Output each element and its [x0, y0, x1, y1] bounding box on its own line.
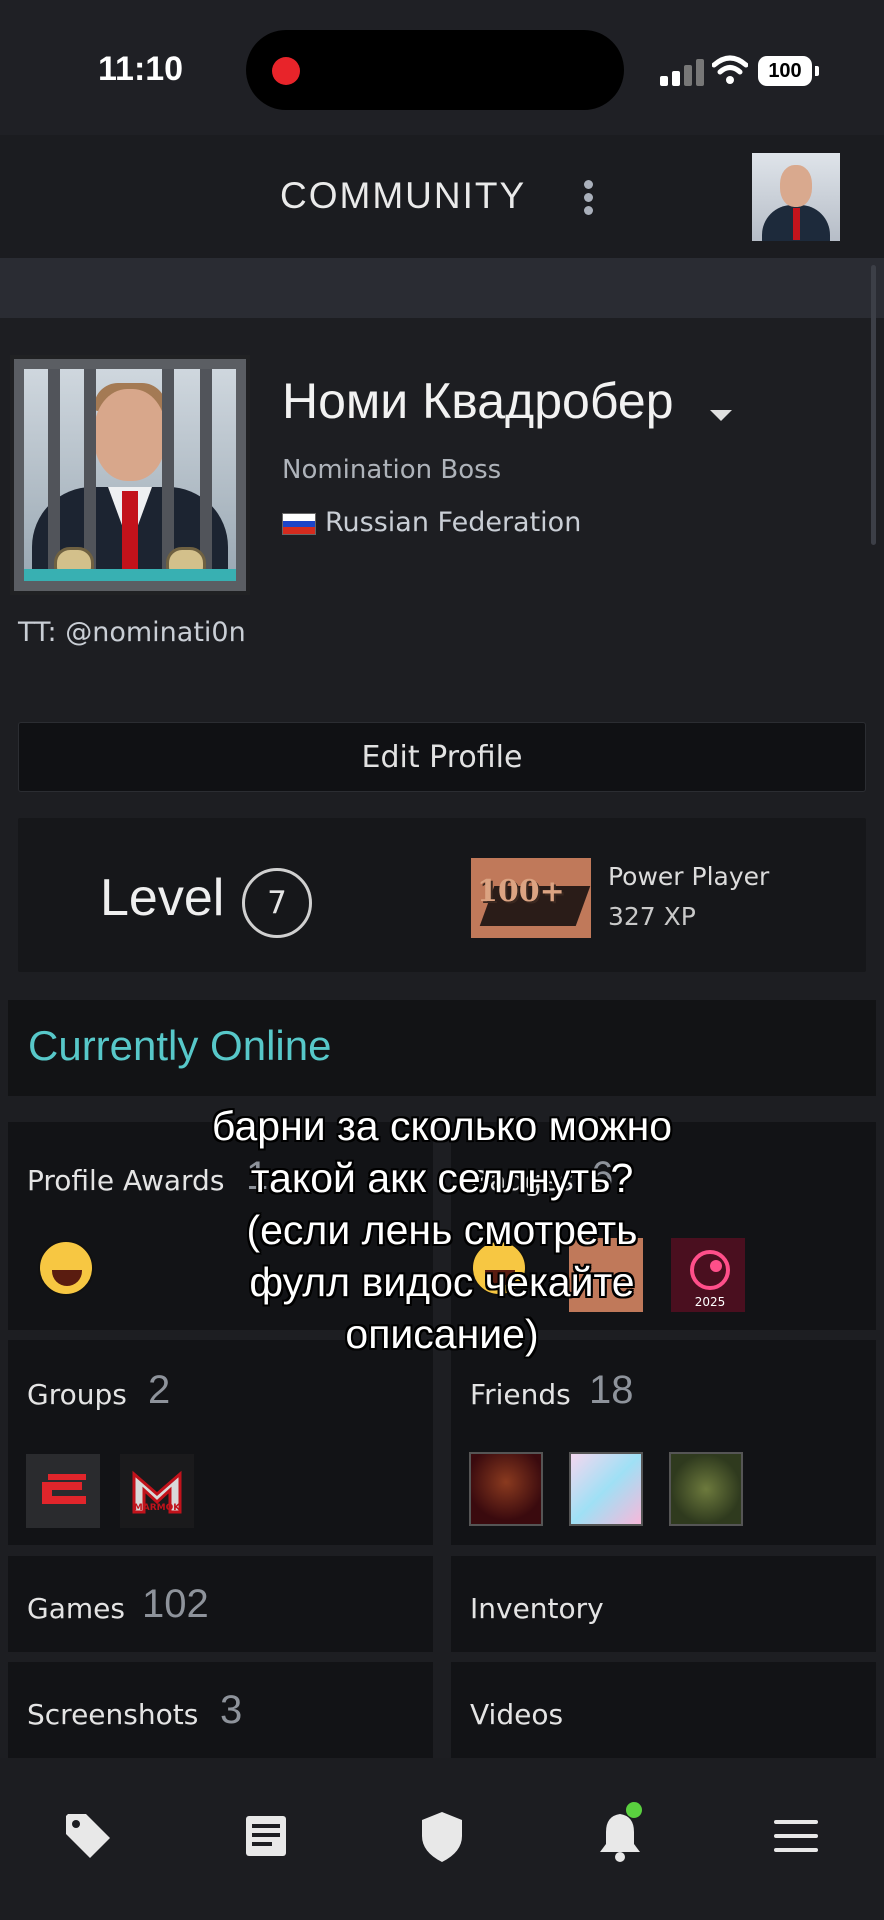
friends-tile[interactable]: Friends 18 — [451, 1340, 876, 1545]
caption-line: такой акк селлнуть? — [250, 1155, 634, 1201]
power-player-badge-icon: 100+ — [471, 858, 591, 938]
caption-line: описание) — [345, 1311, 539, 1357]
cellular-signal-icon — [660, 58, 708, 86]
screenshots-tile[interactable]: Screenshots 3 — [8, 1662, 433, 1758]
profile-summary: TT: @nominati0n — [18, 617, 246, 648]
level-label: Level — [100, 869, 225, 927]
games-tile[interactable]: Games 102 — [8, 1556, 433, 1652]
russia-flag-icon — [282, 513, 316, 535]
chevron-down-icon[interactable] — [710, 410, 732, 421]
page-title: COMMUNITY — [280, 175, 527, 216]
badge-xp: 327 XP — [608, 902, 696, 931]
badge-name: Power Player — [608, 862, 770, 891]
groups-count: 2 — [148, 1368, 171, 1412]
group-logo-icon[interactable] — [26, 1454, 100, 1528]
marmok-group-icon[interactable]: MARMOK — [120, 1454, 194, 1528]
recording-indicator-icon — [272, 57, 300, 85]
friend-avatar[interactable] — [469, 1452, 543, 1526]
profile-name[interactable]: Номи Квадробер — [282, 372, 674, 430]
caption-line: барни за сколько можно — [211, 1103, 673, 1149]
profile-subtitle: Nomination Boss — [282, 455, 502, 485]
level-card[interactable]: Level 7 100+ Power Player 327 XP — [18, 818, 866, 972]
badge-text: 100+ — [477, 874, 565, 909]
battery-indicator: 100 — [758, 56, 819, 86]
bell-icon[interactable] — [590, 1802, 650, 1866]
friend-avatar[interactable] — [669, 1452, 743, 1526]
menu-icon[interactable] — [766, 1806, 826, 1866]
screenshots-count: 3 — [220, 1688, 243, 1732]
friends-count: 18 — [589, 1368, 634, 1412]
edit-profile-button[interactable]: Edit Profile — [18, 722, 866, 792]
games-label: Games — [27, 1592, 125, 1625]
profile-avatar[interactable] — [10, 355, 250, 595]
online-status: Currently Online — [28, 1022, 332, 1069]
caption-line: (если лень смотреть — [246, 1207, 638, 1253]
groups-tile[interactable]: Groups 2 MARMOK — [8, 1340, 433, 1545]
scrollbar[interactable] — [871, 265, 876, 545]
inventory-tile[interactable]: Inventory — [451, 1556, 876, 1652]
wifi-icon — [712, 55, 748, 84]
more-options-icon[interactable] — [578, 178, 598, 218]
notification-dot — [626, 1802, 642, 1818]
level-value: 7 — [242, 868, 312, 938]
profile-country: Russian Federation — [325, 507, 582, 538]
online-status-card: Currently Online — [8, 1000, 876, 1096]
caption-line: фулл видос чекайте — [249, 1259, 635, 1305]
dynamic-island — [246, 30, 624, 110]
shield-icon[interactable] — [412, 1806, 472, 1866]
marmok-group-logo-text: MARMOK — [134, 1503, 181, 1513]
groups-label: Groups — [27, 1378, 127, 1411]
friend-avatar[interactable] — [569, 1452, 643, 1526]
news-icon[interactable] — [236, 1806, 296, 1866]
games-count: 102 — [142, 1582, 209, 1626]
status-bar: 11:10 100 — [0, 0, 884, 135]
tag-icon[interactable] — [58, 1806, 118, 1866]
header-avatar[interactable] — [752, 153, 840, 241]
inventory-label: Inventory — [470, 1592, 604, 1625]
videos-label: Videos — [470, 1698, 564, 1731]
header-divider-band — [0, 258, 884, 318]
status-time: 11:10 — [98, 50, 184, 88]
videos-tile[interactable]: Videos — [451, 1662, 876, 1758]
friends-label: Friends — [470, 1378, 571, 1411]
bottom-navigation — [0, 1758, 884, 1920]
video-overlay-caption: барни за сколько можно такой акк селлнут… — [80, 1100, 804, 1360]
screenshots-label: Screenshots — [27, 1698, 199, 1731]
